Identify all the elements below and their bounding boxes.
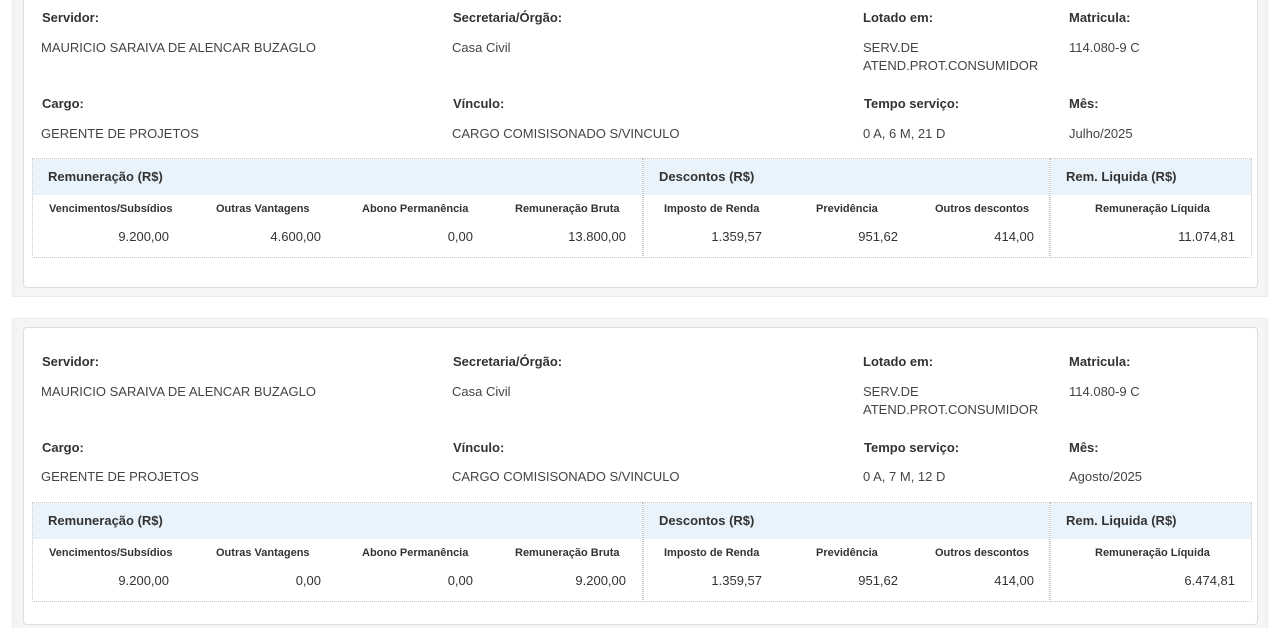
secretaria-value: Casa Civil bbox=[452, 384, 511, 399]
ir-value: 1.359,57 bbox=[711, 573, 762, 588]
liquida-header: Rem. Liquida (R$) bbox=[1066, 513, 1177, 528]
col-abono-header: Abono Permanência bbox=[362, 547, 469, 559]
col-vencimentos-header: Vencimentos/Subsídios bbox=[49, 203, 173, 215]
col-liquida-header: Remuneração Líquida bbox=[1095, 203, 1210, 215]
vinculo-value: CARGO COMISISONADO S/VINCULO bbox=[452, 126, 680, 141]
abono-value: 0,00 bbox=[447, 573, 473, 588]
remuneracao-header: Remuneração (R$) bbox=[48, 513, 163, 528]
col-outras-vantagens-header: Outras Vantagens bbox=[216, 547, 310, 559]
bruta-value: 9.200,00 bbox=[575, 573, 626, 588]
col-vencimentos-header: Vencimentos/Subsídios bbox=[49, 547, 173, 559]
matricula-value: 114.080-9 C bbox=[1069, 40, 1140, 55]
mes-label: Mês: bbox=[1069, 440, 1099, 455]
remuneracao-header: Remuneração (R$) bbox=[48, 169, 163, 184]
col-previdencia-header: Previdência bbox=[816, 547, 878, 559]
remuneracao-section: Remuneração (R$) Vencimentos/Subsídios O… bbox=[32, 158, 643, 258]
col-ir-header: Imposto de Renda bbox=[664, 203, 760, 215]
descontos-header: Descontos (R$) bbox=[659, 513, 755, 528]
record-panel-2: Servidor: MAURICIO SARAIVA DE ALENCAR BU… bbox=[12, 318, 1268, 628]
col-outras-vantagens-header: Outras Vantagens bbox=[216, 203, 310, 215]
lotado-value-line1: SERV.DE bbox=[863, 384, 919, 399]
liquida-section: Rem. Liquida (R$) Remuneração Líquida 11… bbox=[1050, 158, 1252, 258]
vinculo-label: Vínculo: bbox=[453, 440, 505, 455]
servidor-label: Servidor: bbox=[42, 354, 100, 369]
mes-label: Mês: bbox=[1069, 96, 1099, 111]
descontos-header: Descontos (R$) bbox=[659, 169, 755, 184]
tempo-label: Tempo serviço: bbox=[864, 96, 960, 111]
secretaria-label: Secretaria/Órgão: bbox=[453, 354, 563, 369]
outras-vantagens-value: 0,00 bbox=[295, 573, 321, 588]
vencimentos-value: 9.200,00 bbox=[118, 229, 169, 244]
cargo-value: GERENTE DE PROJETOS bbox=[41, 469, 199, 484]
servidor-value: MAURICIO SARAIVA DE ALENCAR BUZAGLO bbox=[41, 384, 316, 399]
secretaria-value: Casa Civil bbox=[452, 40, 511, 55]
previdencia-value: 951,62 bbox=[858, 229, 898, 244]
descontos-section: Descontos (R$) Imposto de Renda Previdên… bbox=[643, 158, 1050, 258]
tempo-value: 0 A, 7 M, 12 D bbox=[863, 469, 946, 484]
cargo-label: Cargo: bbox=[42, 96, 84, 111]
bruta-value: 13.800,00 bbox=[568, 229, 626, 244]
servidor-label: Servidor: bbox=[42, 10, 100, 25]
pay-table: Remuneração (R$) Vencimentos/Subsídios O… bbox=[32, 158, 1252, 258]
vencimentos-value: 9.200,00 bbox=[118, 573, 169, 588]
outras-vantagens-value: 4.600,00 bbox=[270, 229, 321, 244]
servidor-value: MAURICIO SARAIVA DE ALENCAR BUZAGLO bbox=[41, 40, 316, 55]
col-abono-header: Abono Permanência bbox=[362, 203, 469, 215]
matricula-label: Matricula: bbox=[1069, 354, 1131, 369]
liquida-header: Rem. Liquida (R$) bbox=[1066, 169, 1177, 184]
col-outros-descontos-header: Outros descontos bbox=[935, 547, 1030, 559]
liquida-value: 6.474,81 bbox=[1184, 573, 1235, 588]
matricula-label: Matricula: bbox=[1069, 10, 1131, 25]
mes-value: Agosto/2025 bbox=[1069, 469, 1143, 484]
record-card: Servidor: MAURICIO SARAIVA DE ALENCAR BU… bbox=[23, 0, 1258, 288]
col-liquida-header: Remuneração Líquida bbox=[1095, 547, 1210, 559]
descontos-section: Descontos (R$) Imposto de Renda Previdên… bbox=[643, 502, 1050, 602]
secretaria-label: Secretaria/Órgão: bbox=[453, 10, 563, 25]
liquida-section: Rem. Liquida (R$) Remuneração Líquida 6.… bbox=[1050, 502, 1252, 602]
outros-descontos-value: 414,00 bbox=[994, 573, 1034, 588]
vinculo-label: Vínculo: bbox=[453, 96, 505, 111]
remuneracao-section: Remuneração (R$) Vencimentos/Subsídios O… bbox=[32, 502, 643, 602]
matricula-value: 114.080-9 C bbox=[1069, 384, 1140, 399]
ir-value: 1.359,57 bbox=[711, 229, 762, 244]
col-bruta-header: Remuneração Bruta bbox=[515, 203, 620, 215]
col-ir-header: Imposto de Renda bbox=[664, 547, 760, 559]
outros-descontos-value: 414,00 bbox=[994, 229, 1034, 244]
col-previdencia-header: Previdência bbox=[816, 203, 878, 215]
tempo-label: Tempo serviço: bbox=[864, 440, 960, 455]
tempo-value: 0 A, 6 M, 21 D bbox=[863, 126, 946, 141]
lotado-label: Lotado em: bbox=[863, 10, 934, 25]
lotado-value-line2: ATEND.PROT.CONSUMIDOR bbox=[863, 58, 1039, 73]
lotado-label: Lotado em: bbox=[863, 354, 934, 369]
col-outros-descontos-header: Outros descontos bbox=[935, 203, 1030, 215]
pay-table: Remuneração (R$) Vencimentos/Subsídios O… bbox=[32, 502, 1252, 602]
vinculo-value: CARGO COMISISONADO S/VINCULO bbox=[452, 469, 680, 484]
abono-value: 0,00 bbox=[447, 229, 473, 244]
lotado-value-line2: ATEND.PROT.CONSUMIDOR bbox=[863, 402, 1039, 417]
lotado-value-line1: SERV.DE bbox=[863, 40, 919, 55]
mes-value: Julho/2025 bbox=[1069, 126, 1133, 141]
liquida-value: 11.074,81 bbox=[1178, 229, 1235, 244]
col-bruta-header: Remuneração Bruta bbox=[515, 547, 620, 559]
record-panel-1: Servidor: MAURICIO SARAIVA DE ALENCAR BU… bbox=[12, 0, 1268, 297]
previdencia-value: 951,62 bbox=[858, 573, 898, 588]
record-card: Servidor: MAURICIO SARAIVA DE ALENCAR BU… bbox=[23, 327, 1258, 625]
cargo-value: GERENTE DE PROJETOS bbox=[41, 126, 199, 141]
cargo-label: Cargo: bbox=[42, 440, 84, 455]
